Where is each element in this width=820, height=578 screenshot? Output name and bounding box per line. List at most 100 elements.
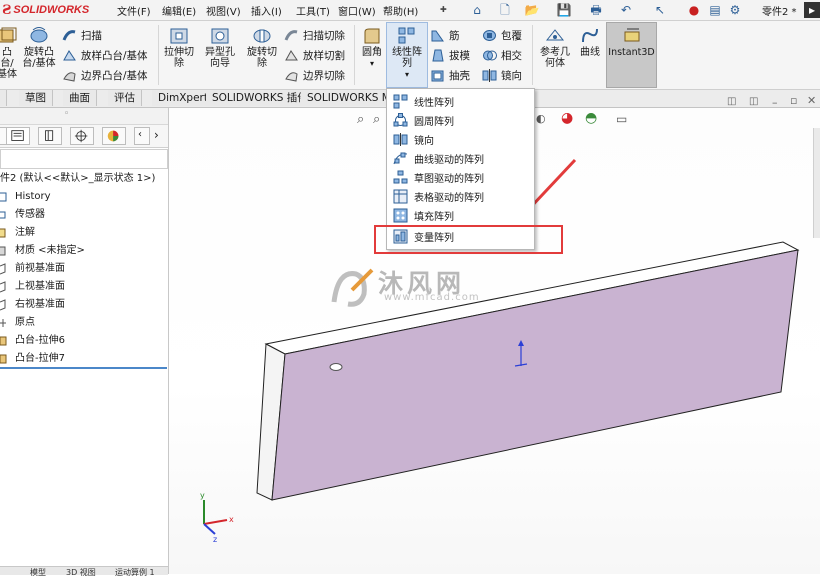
pattern-dropdown-icon[interactable]: ▾	[388, 69, 426, 80]
tab-features-partial[interactable]	[0, 90, 7, 106]
edit-appearance-icon[interactable]: ◕	[561, 110, 573, 126]
rib-button[interactable]: 筋	[430, 26, 460, 44]
extruded-boss-icon	[0, 27, 17, 43]
fillet-button[interactable]: 圆角 ▾	[358, 26, 386, 69]
tree-item-origin[interactable]: 原点	[0, 314, 35, 332]
shell-button[interactable]: 抽壳	[430, 66, 470, 84]
plate-small-hole[interactable]	[329, 363, 343, 371]
rebuild-icon[interactable]: ●	[686, 2, 702, 18]
menu-item-linear-pattern[interactable]: 线性阵列	[387, 91, 534, 111]
tree-item-sensors[interactable]: 传感器	[0, 206, 45, 224]
tree-item-material[interactable]: 材质 <未指定>	[0, 242, 85, 260]
file-properties-icon[interactable]: ▤	[707, 2, 723, 18]
instant3d-button[interactable]: Instant3D	[608, 26, 655, 58]
tab-3d-views[interactable]: 3D 视图	[66, 567, 96, 578]
hole-wizard-button[interactable]: 异型孔向导	[200, 26, 240, 69]
configuration-manager-tab[interactable]	[38, 127, 62, 145]
menu-item-sketch-driven-pattern[interactable]: 草图驱动的阵列	[387, 167, 534, 187]
menu-file[interactable]: 文件(F)	[117, 3, 151, 18]
tree-root-part[interactable]: 件2 (默认<<默认>_显示状态 1>)	[0, 170, 155, 188]
boundary-cut-button[interactable]: 边界切除	[284, 66, 345, 84]
dimxpert-manager-tab[interactable]	[70, 127, 94, 145]
menu-help[interactable]: 帮助(H)	[383, 3, 418, 18]
panel-collapse-icon[interactable]: ◦	[64, 109, 69, 119]
rollback-bar[interactable]	[0, 367, 167, 369]
tab-surfaces[interactable]: 曲面	[63, 90, 97, 106]
window-tile-icon[interactable]: ◫	[749, 96, 758, 107]
tree-item-boss-extrude6[interactable]: 凸台-拉伸6	[0, 332, 65, 350]
hide-show-icon[interactable]: ◐	[536, 112, 546, 125]
menu-item-circular-pattern[interactable]: 圆周阵列	[387, 110, 534, 130]
tree-item-label: 材质 <未指定>	[15, 245, 85, 256]
zoom-area-icon[interactable]: ⌕	[373, 112, 380, 127]
window-minimize-icon[interactable]: –	[772, 96, 778, 109]
tree-item-right-plane[interactable]: 右视基准面	[0, 296, 65, 314]
sensor-icon	[0, 211, 6, 219]
lofted-cut-button[interactable]: 放样切割	[284, 46, 345, 64]
print-icon[interactable]: 🖶	[588, 2, 604, 18]
window-restore-icon[interactable]: ◫	[727, 96, 736, 107]
tab-model[interactable]: 模型	[30, 567, 46, 578]
tree-filter-input[interactable]	[0, 149, 168, 169]
window-close-icon[interactable]: ✕	[807, 94, 816, 107]
property-manager-tab[interactable]	[6, 127, 30, 145]
wrap-icon	[483, 29, 496, 41]
window-maximize-icon[interactable]: ▫	[790, 94, 797, 107]
curves-button[interactable]: 曲线	[577, 26, 603, 58]
extruded-cut-button[interactable]: 拉伸切除	[160, 26, 198, 69]
chevron-right-icon[interactable]: ›	[154, 128, 159, 142]
solidworks-logo[interactable]: Ƨ SOLIDWORKS	[2, 1, 94, 19]
menu-item-table-driven-pattern[interactable]: 表格驱动的阵列	[387, 186, 534, 206]
revolved-boss-button[interactable]: 旋转凸台/基体	[19, 26, 59, 69]
wrap-button[interactable]: 包覆	[482, 26, 522, 44]
tab-motion-study[interactable]: 运动算例 1	[115, 567, 155, 578]
display-manager-tab[interactable]	[102, 127, 126, 145]
revolved-cut-button[interactable]: 旋转切除	[242, 26, 282, 69]
menu-item-mirror[interactable]: 镜向	[387, 129, 534, 149]
reference-geometry-button[interactable]: 参考几何体	[535, 26, 575, 69]
scene-icon[interactable]: ◓	[585, 110, 597, 126]
tab-solidworks-mbd[interactable]: SOLIDWORKS MBD	[301, 90, 392, 106]
linear-pattern-button[interactable]: 线性阵列 ▾	[388, 26, 426, 80]
menu-item-fill-pattern[interactable]: 填充阵列	[387, 205, 534, 225]
save-icon[interactable]: 💾	[556, 2, 572, 18]
task-pane-strip[interactable]	[813, 128, 820, 238]
home-icon[interactable]: ⌂	[469, 2, 485, 18]
tab-evaluate[interactable]: 评估	[108, 90, 142, 106]
tab-solidworks-addins[interactable]: SOLIDWORKS 插件	[206, 90, 315, 106]
undo-icon[interactable]: ↶	[618, 2, 634, 18]
menu-edit[interactable]: 编辑(E)	[162, 3, 196, 18]
boundary-boss-button[interactable]: 边界凸台/基体	[62, 66, 148, 84]
menu-item-curve-driven-pattern[interactable]: 曲线驱动的阵列	[387, 148, 534, 168]
tree-item-boss-extrude7[interactable]: 凸台-拉伸7	[0, 350, 65, 368]
tree-item-top-plane[interactable]: 上视基准面	[0, 278, 65, 296]
tab-sketch[interactable]: 草图	[19, 90, 53, 106]
select-cursor-icon[interactable]: ↖	[652, 2, 668, 18]
zoom-to-fit-icon[interactable]: ⌕	[357, 112, 364, 127]
loft-boss-button[interactable]: 放样凸台/基体	[62, 46, 148, 64]
sweep-button[interactable]: 扫描	[62, 26, 102, 44]
lofted-cut-label: 放样切割	[303, 49, 345, 62]
options-gear-icon[interactable]: ⚙	[727, 2, 743, 18]
menu-item-label: 表格驱动的阵列	[414, 192, 484, 204]
panel-scroll-left[interactable]: ‹	[134, 127, 150, 145]
pin-icon[interactable]: ✚	[440, 2, 447, 18]
swept-cut-button[interactable]: 扫描切除	[284, 26, 345, 44]
tree-item-history[interactable]: History	[0, 188, 51, 206]
intersect-button[interactable]: 相交	[482, 46, 522, 64]
extruded-boss-button[interactable]: 凸台/基体	[0, 26, 18, 80]
menu-insert[interactable]: 插入(I)	[251, 3, 282, 18]
tree-item-annotations[interactable]: 注解	[0, 224, 35, 242]
open-folder-icon[interactable]: 📂	[524, 2, 540, 18]
draft-button[interactable]: 拔模	[430, 46, 470, 64]
menu-view[interactable]: 视图(V)	[206, 3, 241, 18]
tree-item-front-plane[interactable]: 前视基准面	[0, 260, 65, 278]
mirror-button[interactable]: 镜向	[482, 66, 522, 84]
hole-wizard-icon	[211, 28, 229, 44]
expand-icon[interactable]: ▸	[804, 2, 820, 18]
fillet-dropdown-icon[interactable]: ▾	[358, 58, 386, 69]
new-document-icon[interactable]: 🗋	[497, 2, 513, 18]
menu-window[interactable]: 窗口(W)	[338, 3, 376, 18]
menu-tools[interactable]: 工具(T)	[296, 3, 330, 18]
view-settings-icon[interactable]: ▭	[616, 112, 627, 126]
